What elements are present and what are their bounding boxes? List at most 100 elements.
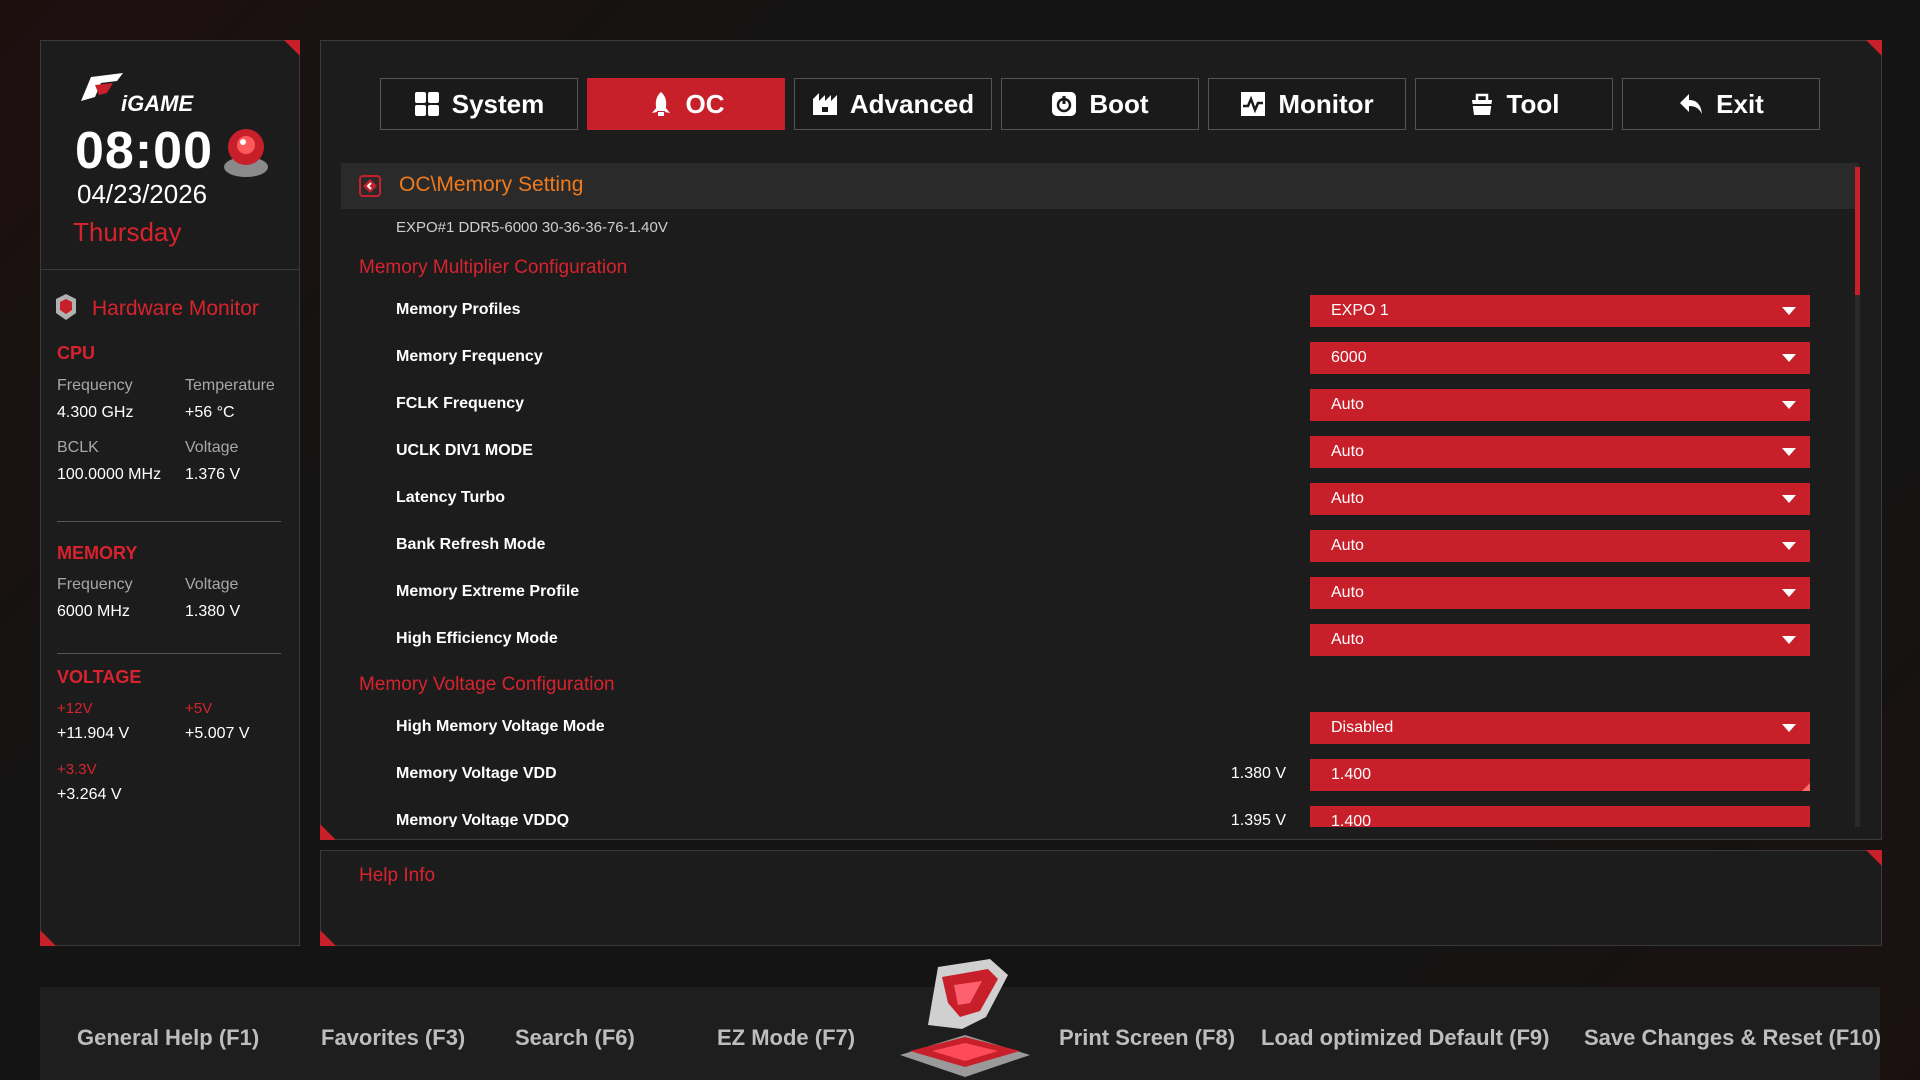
input-value: 1.400: [1331, 813, 1372, 827]
power-icon: [1052, 92, 1077, 116]
v12-label: +12V: [57, 700, 93, 717]
memory-frequency-dropdown[interactable]: 6000: [1310, 342, 1810, 374]
memory-voltage-vddq-input[interactable]: 1.400: [1310, 806, 1810, 827]
tab-oc[interactable]: OC: [587, 78, 785, 130]
chevron-down-icon: [1782, 495, 1796, 503]
memory-voltage-label: Voltage: [185, 576, 239, 593]
tab-label: Boot: [1089, 88, 1149, 119]
dropdown-value: Auto: [1331, 584, 1364, 601]
rocket-icon: [651, 92, 670, 116]
dropdown-value: 6000: [1331, 349, 1367, 366]
oc-page-icon: [359, 175, 381, 197]
memory-voltage-vdd-current: 1.380 V: [1230, 765, 1286, 782]
dropdown-value: EXPO 1: [1331, 302, 1389, 319]
orb-icon: [224, 129, 268, 177]
memory-extreme-profile-label: Memory Extreme Profile: [396, 583, 580, 600]
v5-label: +5V: [185, 700, 213, 717]
memory-voltage-heading: Memory Voltage Configuration: [359, 674, 615, 695]
v5-value: +5.007 V: [185, 725, 250, 742]
high-efficiency-mode-dropdown[interactable]: Auto: [1310, 624, 1810, 656]
tab-tool[interactable]: Tool: [1415, 78, 1613, 130]
back-arrow-icon: [1680, 94, 1703, 114]
divider: [41, 269, 299, 270]
memory-frequency-label: Memory Frequency: [396, 348, 543, 365]
dropdown-value: Auto: [1331, 631, 1364, 648]
bank-refresh-mode-label: Bank Refresh Mode: [396, 536, 546, 553]
bclk-label: BCLK: [57, 439, 99, 456]
hardware-monitor-icon: [56, 294, 76, 320]
memory-voltage-value: 1.380 V: [185, 603, 241, 620]
scrollbar-thumb[interactable]: [1855, 167, 1860, 295]
bclk-value: 100.0000 MHz: [57, 466, 162, 483]
tab-boot[interactable]: Boot: [1001, 78, 1199, 130]
tab-advanced[interactable]: Advanced: [794, 78, 992, 130]
search-button[interactable]: Search (F6): [515, 1025, 635, 1051]
tab-label: Tool: [1506, 88, 1560, 119]
chevron-down-icon: [1782, 354, 1796, 362]
high-efficiency-mode-label: High Efficiency Mode: [396, 630, 558, 647]
divider: [57, 653, 281, 654]
cpu-temperature-value: +56 °C: [185, 404, 235, 421]
fclk-frequency-label: FCLK Frequency: [396, 395, 525, 412]
chevron-down-icon: [1782, 307, 1796, 315]
breadcrumb: OC\Memory Setting: [341, 163, 1859, 209]
memory-profiles-dropdown[interactable]: EXPO 1: [1310, 295, 1810, 327]
memory-voltage-vddq-current: 1.395 V: [1230, 812, 1286, 827]
uclk-div1-mode-dropdown[interactable]: Auto: [1310, 436, 1810, 468]
svg-text:iGAME: iGAME: [121, 91, 194, 116]
high-memory-voltage-mode-label: High Memory Voltage Mode: [396, 718, 605, 735]
memory-frequency-value: 6000 MHz: [57, 603, 130, 620]
monitor-pulse-icon: [1241, 92, 1266, 116]
voltage-section-title: VOLTAGE: [57, 667, 142, 687]
cpu-frequency-value: 4.300 GHz: [57, 404, 134, 421]
fclk-frequency-dropdown[interactable]: Auto: [1310, 389, 1810, 421]
settings-panel: System OC Advanced Boot Monitor Tool Exi…: [320, 40, 1882, 840]
chevron-down-icon: [1782, 636, 1796, 644]
dropdown-value: Disabled: [1331, 719, 1394, 736]
cpu-section-title: CPU: [57, 343, 96, 363]
bank-refresh-mode-dropdown[interactable]: Auto: [1310, 530, 1810, 562]
settings-viewport: System OC Advanced Boot Monitor Tool Exi…: [321, 41, 1881, 827]
tab-exit[interactable]: Exit: [1622, 78, 1820, 130]
chevron-down-icon: [1782, 401, 1796, 409]
grid-icon: [414, 92, 439, 116]
chevron-down-icon: [1782, 724, 1796, 732]
dropdown-value: Auto: [1331, 490, 1364, 507]
dropdown-value: Auto: [1331, 396, 1364, 413]
ez-mode-button[interactable]: EZ Mode (F7): [717, 1025, 855, 1051]
advanced-icon: [812, 93, 837, 115]
v33-label: +3.3V: [57, 761, 97, 778]
tab-label: Exit: [1716, 88, 1764, 119]
high-memory-voltage-mode-dropdown[interactable]: Disabled: [1310, 712, 1810, 744]
memory-voltage-vdd-label: Memory Voltage VDD: [396, 765, 557, 782]
expo-profile-info: EXPO#1 DDR5-6000 30-36-36-76-1.40V: [396, 219, 668, 236]
input-value: 1.400: [1331, 766, 1372, 783]
load-optimized-default-button[interactable]: Load optimized Default (F9): [1261, 1025, 1549, 1051]
memory-profiles-label: Memory Profiles: [396, 301, 521, 318]
dropdown-value: Auto: [1331, 537, 1364, 554]
divider: [57, 521, 281, 522]
tab-monitor[interactable]: Monitor: [1208, 78, 1406, 130]
dropdown-value: Auto: [1331, 443, 1364, 460]
tab-system[interactable]: System: [380, 78, 578, 130]
hardware-monitor-title: Hardware Monitor: [92, 297, 259, 320]
save-changes-reset-button[interactable]: Save Changes & Reset (F10): [1584, 1025, 1881, 1051]
latency-turbo-dropdown[interactable]: Auto: [1310, 483, 1810, 515]
cpu-temperature-label: Temperature: [185, 377, 275, 394]
print-screen-button[interactable]: Print Screen (F8): [1059, 1025, 1235, 1051]
toolbox-icon: [1471, 93, 1492, 115]
memory-voltage-vddq-label: Memory Voltage VDDQ: [396, 812, 570, 827]
memory-extreme-profile-dropdown[interactable]: Auto: [1310, 577, 1810, 609]
v33-value: +3.264 V: [57, 786, 122, 803]
chevron-down-icon: [1782, 448, 1796, 456]
favorites-button[interactable]: Favorites (F3): [321, 1025, 465, 1051]
tab-label: System: [451, 88, 545, 119]
help-info-panel: Help Info: [320, 850, 1882, 946]
tab-label: OC: [685, 88, 725, 119]
general-help-button[interactable]: General Help (F1): [77, 1025, 259, 1051]
latency-turbo-label: Latency Turbo: [396, 489, 506, 506]
memory-voltage-vdd-input[interactable]: 1.400: [1310, 759, 1810, 791]
clock-time: 08:00: [75, 122, 213, 180]
memory-section-title: MEMORY: [57, 543, 138, 563]
igame-emblem-icon: [900, 959, 1030, 1077]
